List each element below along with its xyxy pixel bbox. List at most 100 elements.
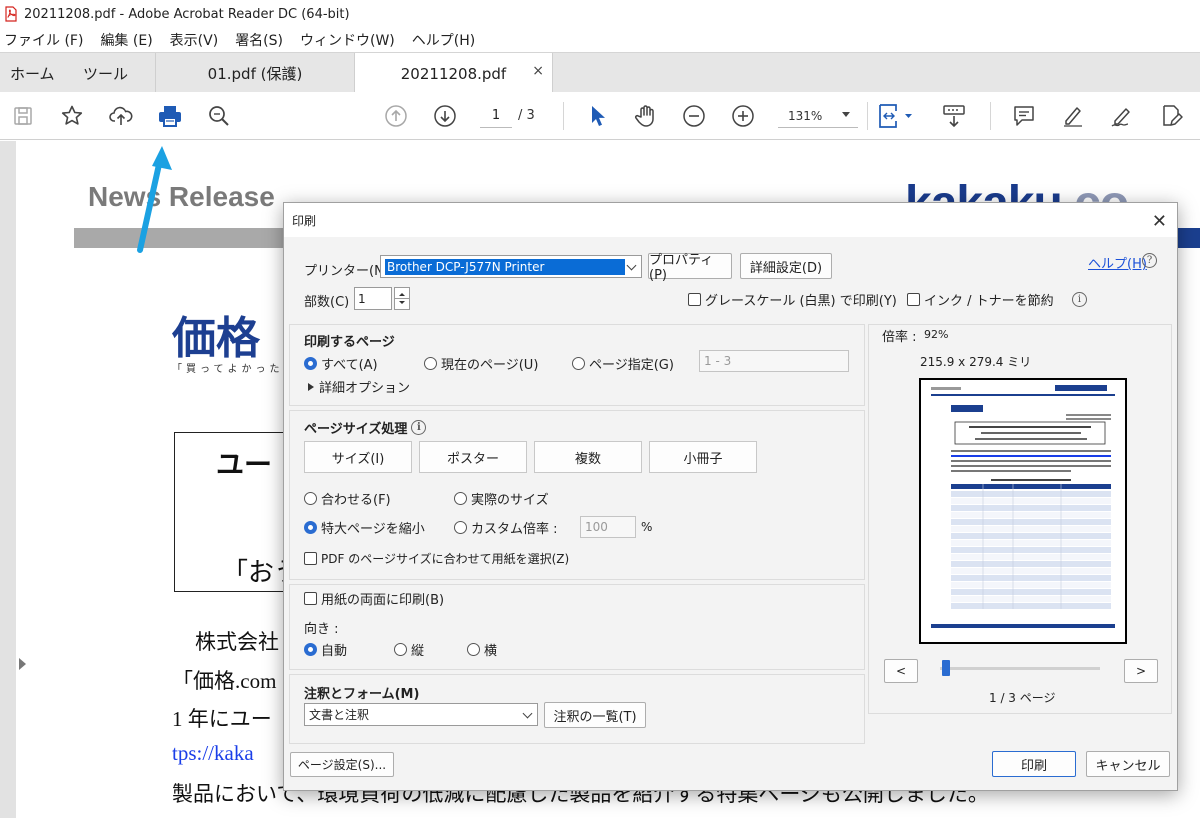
bookmark-star-icon[interactable] <box>58 102 86 130</box>
preview-thumbnail-icon <box>931 385 1115 628</box>
fit-label: 合わせる(F) <box>321 493 391 508</box>
custom-scale-input[interactable]: 100 <box>580 516 636 538</box>
find-search-icon[interactable] <box>205 102 233 130</box>
menu-file[interactable]: ファイル (F) <box>4 30 83 50</box>
orient-portrait-label: 縦 <box>411 644 425 659</box>
advanced-button[interactable]: 詳細設定(D) <box>740 253 832 279</box>
save-ink-checkbox[interactable]: インク / トナーを節約 <box>907 290 1054 309</box>
pages-range-radio[interactable]: ページ指定(G) <box>572 354 674 373</box>
custom-scale-radio[interactable]: カスタム倍率 : <box>454 518 558 537</box>
duplex-checkbox[interactable]: 用紙の両面に印刷(B) <box>304 589 444 608</box>
print-dialog: 印刷 ✕ プリンター(N) : Brother DCP-J577N Printe… <box>283 202 1178 791</box>
doc-headline-line1: ユー <box>216 448 273 481</box>
hand-pan-icon[interactable] <box>632 102 660 130</box>
tab-document-active-label: 20211208.pdf <box>400 64 507 83</box>
orient-auto-radio[interactable]: 自動 <box>304 640 347 659</box>
checkbox-box <box>304 592 317 605</box>
doc-news-release-heading: News Release <box>88 181 275 212</box>
zoom-level-dropdown[interactable]: 131% <box>778 104 858 128</box>
orient-landscape-label: 横 <box>484 644 498 659</box>
print-button[interactable]: 印刷 <box>992 751 1076 777</box>
highlight-pen-icon[interactable] <box>1059 102 1087 130</box>
cloud-upload-icon[interactable] <box>107 102 135 130</box>
scale-value: 92% <box>924 328 949 341</box>
close-icon[interactable]: ✕ <box>1152 211 1167 232</box>
poster-button[interactable]: ポスター <box>419 441 527 473</box>
previous-page-button[interactable]: < <box>884 659 918 683</box>
orient-portrait-radio[interactable]: 縦 <box>394 640 424 659</box>
comments-select[interactable]: 文書と注釈 <box>304 703 538 726</box>
fill-sign-icon[interactable] <box>1108 102 1136 130</box>
side-panel-expand-icon[interactable] <box>19 658 26 670</box>
annotation-arrow-icon <box>137 146 172 253</box>
next-page-button[interactable]: > <box>1124 659 1158 683</box>
pages-current-label: 現在のページ(U) <box>441 358 539 373</box>
preview-page-slider[interactable] <box>940 667 1100 670</box>
save-icon[interactable] <box>9 102 37 130</box>
preview-page-slider-thumb[interactable] <box>942 660 950 676</box>
printer-select[interactable]: Brother DCP-J577N Printer <box>380 255 642 278</box>
help-question-icon[interactable]: ? <box>1142 253 1157 268</box>
print-icon[interactable] <box>156 102 184 130</box>
select-cursor-icon[interactable] <box>583 102 611 130</box>
menu-sign[interactable]: 署名(S) <box>235 30 283 50</box>
zoom-in-icon[interactable] <box>729 102 757 130</box>
scale-label: 倍率 : <box>882 330 917 345</box>
menu-help[interactable]: ヘルプ(H) <box>412 30 475 50</box>
cancel-button[interactable]: キャンセル <box>1086 751 1170 777</box>
help-link[interactable]: ヘルプ(H) <box>1088 253 1147 272</box>
toolbar-divider <box>563 102 564 130</box>
tab-document-active[interactable]: 20211208.pdf × <box>355 53 553 94</box>
size-button[interactable]: サイズ(I) <box>304 441 412 473</box>
sizing-section-title: ページサイズ処理 i <box>304 418 427 437</box>
copies-stepper[interactable] <box>394 287 410 310</box>
tab-home[interactable]: ホーム <box>10 53 55 93</box>
tab-close-icon[interactable]: × <box>532 63 544 79</box>
orient-landscape-radio[interactable]: 横 <box>467 640 497 659</box>
expand-triangle-icon <box>308 382 314 391</box>
actual-size-radio[interactable]: 実際のサイズ <box>454 489 549 508</box>
radio-dot <box>304 643 317 656</box>
copies-input[interactable]: 1 <box>354 287 392 310</box>
page-total: / 3 <box>518 108 535 123</box>
more-options-toggle[interactable]: 詳細オプション <box>308 377 410 396</box>
pages-section-title: 印刷するページ <box>304 335 395 350</box>
summarize-comments-button[interactable]: 注釈の一覧(T) <box>544 702 646 728</box>
comments-section-title: 注釈とフォーム(M) <box>304 687 420 702</box>
zoom-out-icon[interactable] <box>680 102 708 130</box>
menu-window[interactable]: ウィンドウ(W) <box>300 30 395 50</box>
scrolling-mode-icon[interactable] <box>940 102 968 130</box>
edit-pdf-icon[interactable] <box>1157 102 1185 130</box>
next-page-icon[interactable] <box>431 102 459 130</box>
fit-radio[interactable]: 合わせる(F) <box>304 489 391 508</box>
menu-view[interactable]: 表示(V) <box>170 30 219 50</box>
menubar: ファイル (F) 編集 (E) 表示(V) 署名(S) ウィンドウ(W) ヘルプ… <box>0 28 1200 52</box>
radio-dot <box>572 357 585 370</box>
checkbox-box <box>688 293 701 306</box>
properties-button[interactable]: プロパティ(P) <box>648 253 732 283</box>
info-icon[interactable]: i <box>1072 292 1087 307</box>
comments-select-value: 文書と注釈 <box>309 708 370 722</box>
multiple-button[interactable]: 複数 <box>534 441 642 473</box>
previous-page-icon[interactable] <box>382 102 410 130</box>
booklet-button[interactable]: 小冊子 <box>649 441 757 473</box>
pages-range-input[interactable]: 1 - 3 <box>699 350 849 372</box>
page-setup-button[interactable]: ページ設定(S)... <box>290 752 394 777</box>
doc-header-bar-blue <box>1176 228 1200 248</box>
choose-paper-checkbox[interactable]: PDF のページサイズに合わせて用紙を選択(Z) <box>304 550 569 567</box>
page-number-input[interactable]: 1 <box>480 104 512 128</box>
orientation-label: 向き : <box>304 622 339 637</box>
fit-page-icon[interactable] <box>876 102 916 130</box>
tab-document-01[interactable]: 01.pdf (保護) <box>155 53 355 93</box>
grayscale-checkbox[interactable]: グレースケール (白黒) で印刷(Y) <box>688 290 897 309</box>
shrink-oversized-radio[interactable]: 特大ページを縮小 <box>304 518 425 537</box>
info-icon[interactable]: i <box>411 420 427 435</box>
tab-tools[interactable]: ツール <box>83 53 128 93</box>
menu-edit[interactable]: 編集 (E) <box>100 30 152 50</box>
comment-icon[interactable] <box>1010 102 1038 130</box>
pages-all-radio[interactable]: すべて(A) <box>304 354 378 373</box>
pages-current-radio[interactable]: 現在のページ(U) <box>424 354 538 373</box>
paper-size-label: 215.9 x 279.4 ミリ <box>920 355 1032 369</box>
save-ink-label: インク / トナーを節約 <box>924 294 1054 309</box>
doc-link[interactable]: tps://kaka <box>172 741 254 766</box>
